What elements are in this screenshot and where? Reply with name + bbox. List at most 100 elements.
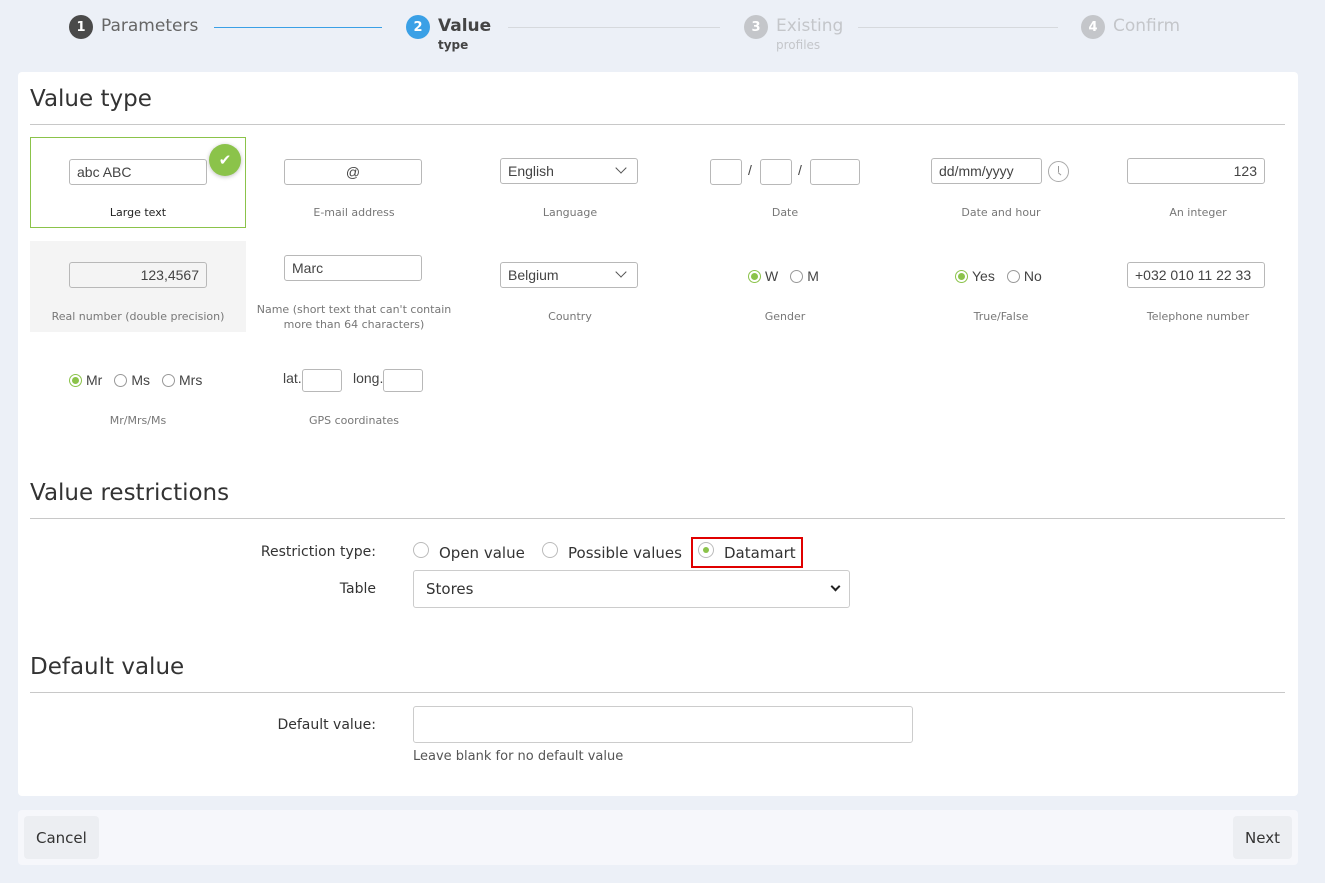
radio-checked-icon <box>955 269 968 283</box>
country-sample: Belgium <box>500 262 638 288</box>
lat-label: lat. <box>283 370 302 386</box>
large-text-sample: abc ABC <box>69 159 207 185</box>
main-card: Value type abc ABC ✔ Large text @ E-mail… <box>18 72 1298 796</box>
integer-sample: 123 <box>1127 158 1265 184</box>
step-number: 4 <box>1081 15 1105 39</box>
gender-option-m: M <box>790 268 819 284</box>
option-ms: Ms <box>114 372 150 388</box>
step-number: 3 <box>744 15 768 39</box>
radio-checked-icon <box>748 269 761 283</box>
tile-date[interactable]: / / Date <box>677 137 893 228</box>
clock-icon <box>1048 161 1069 182</box>
tile-caption: Gender <box>764 310 806 323</box>
tile-caption: Name (short text that can't contain more… <box>256 303 452 331</box>
divider <box>30 124 1285 125</box>
step-sublabel: type <box>438 38 469 52</box>
table-label: Table <box>339 581 376 597</box>
tile-caption: GPS coordinates <box>308 414 400 427</box>
country-value: Belgium <box>508 267 559 283</box>
tile-gender[interactable]: W M Gender <box>677 241 893 332</box>
step-connector <box>214 27 382 28</box>
date-separator: / <box>798 162 802 178</box>
option-mr: Mr <box>69 372 102 388</box>
cancel-button[interactable]: Cancel <box>24 816 99 859</box>
tile-caption: True/False <box>973 310 1029 323</box>
default-value-help: Leave blank for no default value <box>413 749 624 764</box>
radio-possible-values[interactable]: Possible values <box>542 542 682 562</box>
gender-option-w: W <box>748 268 778 284</box>
tile-large-text[interactable]: abc ABC ✔ Large text <box>30 137 246 228</box>
option-mrs: Mrs <box>162 372 202 388</box>
date-month-sample <box>760 159 792 185</box>
step-number: 1 <box>69 15 93 39</box>
step-label: Parameters <box>101 16 199 36</box>
option-no: No <box>1006 268 1042 284</box>
step-label: Confirm <box>1113 16 1181 36</box>
step-confirm: 4 Confirm <box>1081 14 1180 39</box>
step-label: Existing <box>776 16 844 36</box>
tile-gps[interactable]: lat. long. GPS coordinates <box>246 345 462 436</box>
tile-true-false[interactable]: Yes No True/False <box>893 241 1109 332</box>
highlight-annotation <box>691 537 803 568</box>
table-select[interactable]: Stores <box>413 570 850 608</box>
true-false-sample: Yes No <box>955 268 1054 284</box>
chevron-down-icon <box>615 266 627 278</box>
value-type-title: Value type <box>30 86 152 112</box>
tile-real-number[interactable]: 123,4567 Real number (double precision) <box>30 241 246 332</box>
step-number: 2 <box>406 15 430 39</box>
step-connector <box>858 27 1058 28</box>
table-select-value: Stores <box>426 580 474 598</box>
name-sample: Marc <box>284 255 422 281</box>
tile-caption: Real number (double precision) <box>51 310 225 323</box>
tile-title[interactable]: Mr Ms Mrs Mr/Mrs/Ms <box>30 345 246 436</box>
step-sublabel: profiles <box>776 38 821 52</box>
step-parameters[interactable]: 1 Parameters <box>69 14 198 39</box>
tile-caption: E-mail address <box>313 206 395 219</box>
tile-caption: Date <box>771 206 799 219</box>
tile-caption: Language <box>542 206 598 219</box>
telephone-sample: +032 010 11 22 33 <box>1127 262 1265 288</box>
long-label: long. <box>353 370 384 386</box>
tile-country[interactable]: Belgium Country <box>462 241 678 332</box>
tile-telephone[interactable]: +032 010 11 22 33 Telephone number <box>1090 241 1306 332</box>
tile-caption: An integer <box>1169 206 1227 219</box>
email-sample: @ <box>284 159 422 185</box>
lat-sample <box>302 369 342 392</box>
divider <box>30 692 1285 693</box>
long-sample <box>383 369 423 392</box>
chevron-down-icon <box>830 581 841 592</box>
default-value-input[interactable] <box>413 706 913 743</box>
tile-integer[interactable]: 123 An integer <box>1090 137 1306 228</box>
chevron-down-icon <box>615 162 627 174</box>
tile-caption: Large text <box>109 206 167 219</box>
next-button[interactable]: Next <box>1233 816 1292 859</box>
date-separator: / <box>748 162 752 178</box>
date-hour-sample: dd/mm/yyyy <box>931 158 1042 184</box>
tile-date-hour[interactable]: dd/mm/yyyy Date and hour <box>893 137 1109 228</box>
radio-unchecked-icon <box>114 373 128 387</box>
tile-caption: Telephone number <box>1146 310 1250 323</box>
radio-unchecked-icon <box>413 542 429 558</box>
value-restrictions-title: Value restrictions <box>30 480 230 506</box>
title-sample: Mr Ms Mrs <box>69 372 214 388</box>
language-sample: English <box>500 158 638 184</box>
wizard-stepper: 1 Parameters 2 Value type 3 Existing profi… <box>0 0 1325 70</box>
step-value-type[interactable]: 2 Value type <box>406 14 491 52</box>
radio-open-value[interactable]: Open value <box>413 542 525 562</box>
restriction-type-label: Restriction type: <box>260 544 376 560</box>
default-value-label: Default value: <box>277 717 376 733</box>
radio-unchecked-icon <box>790 269 804 283</box>
tile-email[interactable]: @ E-mail address <box>246 137 462 228</box>
radio-unchecked-icon <box>542 542 558 558</box>
gender-sample: W M <box>748 268 831 284</box>
tile-language[interactable]: English Language <box>462 137 678 228</box>
real-number-sample: 123,4567 <box>69 262 207 288</box>
tile-caption: Mr/Mrs/Ms <box>109 414 167 427</box>
step-label: Value <box>438 16 492 36</box>
default-value-title: Default value <box>30 654 185 680</box>
radio-unchecked-icon <box>1006 269 1020 283</box>
tile-caption: Date and hour <box>961 206 1041 219</box>
date-year-sample <box>810 159 860 185</box>
step-existing-profiles: 3 Existing profiles <box>744 14 843 52</box>
tile-name[interactable]: Marc Name (short text that can't contain… <box>246 241 462 332</box>
